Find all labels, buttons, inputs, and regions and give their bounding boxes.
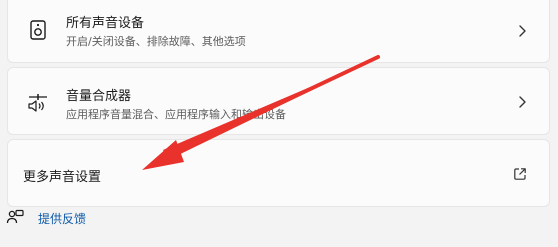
more-sound-settings-card[interactable]: 更多声音设置 — [7, 139, 550, 207]
sound-settings-page: 所有声音设备 开启/关闭设备、排除故障、其他选项 音量合成器 应用程序音量混合、… — [0, 0, 558, 247]
all-sound-devices-subtitle: 开启/关闭设备、排除故障、其他选项 — [66, 35, 246, 48]
volume-mixer-title: 音量合成器 — [66, 89, 132, 104]
all-sound-devices-card[interactable]: 所有声音设备 开启/关闭设备、排除故障、其他选项 — [7, 0, 550, 63]
all-sound-devices-title: 所有声音设备 — [66, 16, 145, 31]
give-feedback-label[interactable]: 提供反馈 — [38, 210, 86, 227]
volume-mixer-icon — [26, 90, 50, 114]
volume-mixer-card[interactable]: 音量合成器 应用程序音量混合、应用程序输入和输出设备 — [7, 67, 550, 135]
more-sound-settings-title: 更多声音设置 — [23, 170, 102, 185]
external-link-icon — [514, 168, 526, 180]
speaker-device-icon — [26, 18, 50, 42]
volume-mixer-subtitle: 应用程序音量混合、应用程序输入和输出设备 — [66, 108, 286, 121]
feedback-icon — [6, 209, 24, 227]
give-feedback-link[interactable]: 提供反馈 — [6, 208, 86, 228]
chevron-right-icon — [519, 96, 526, 108]
chevron-right-icon — [519, 25, 526, 37]
